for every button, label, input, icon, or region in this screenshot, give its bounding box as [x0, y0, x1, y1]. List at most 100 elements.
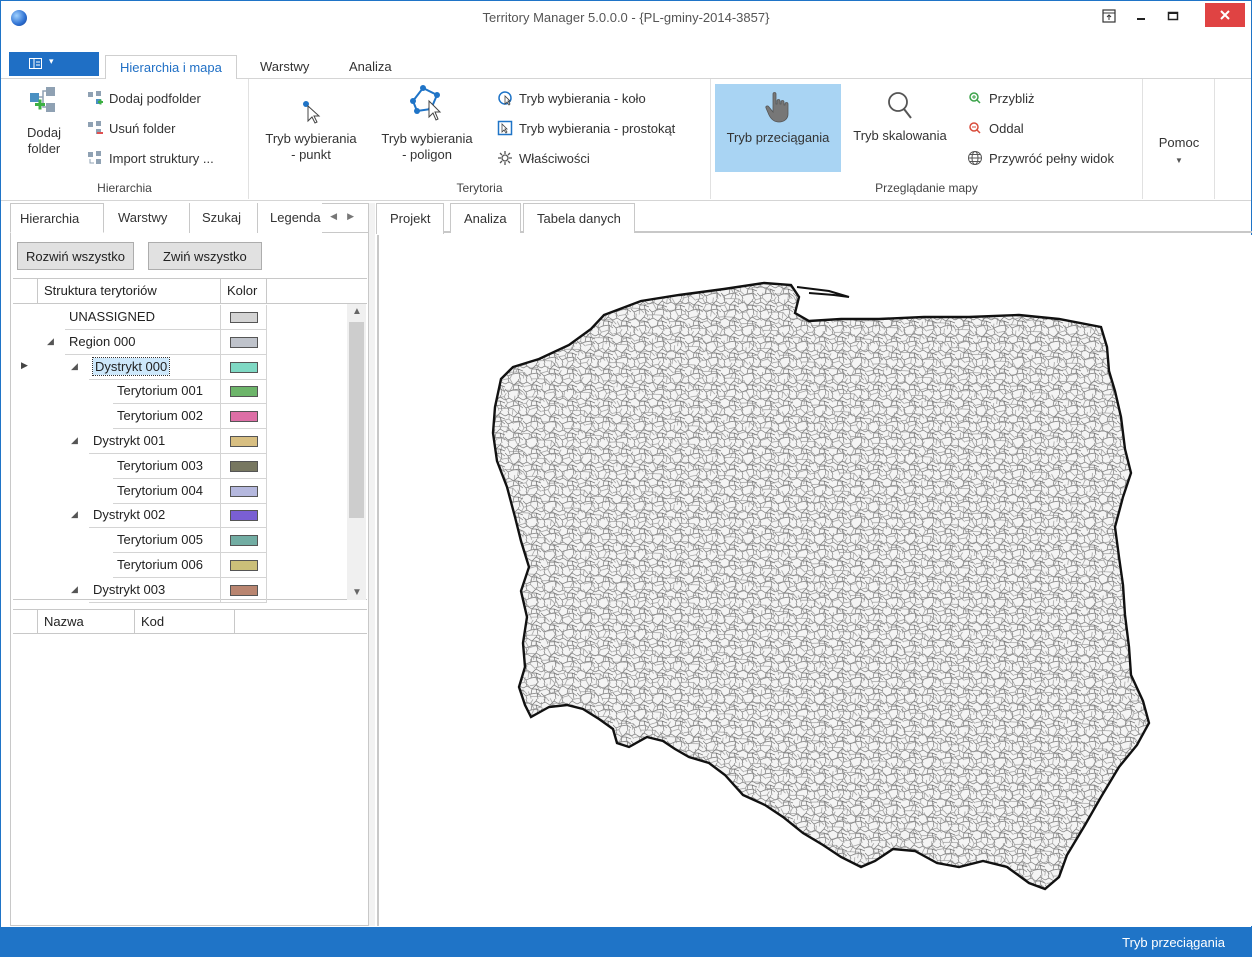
minimize-button[interactable]	[1125, 1, 1157, 31]
column-header-code[interactable]: Kod	[135, 610, 235, 634]
zoom-out-button[interactable]: Oddal	[967, 117, 1024, 139]
tree-row-color-cell[interactable]	[221, 453, 267, 479]
tab-projekt[interactable]: Projekt	[376, 203, 445, 234]
tree-row[interactable]: Terytorium 006	[13, 553, 347, 578]
tree-row-name[interactable]: UNASSIGNED	[65, 305, 221, 330]
tree-row-color-cell[interactable]	[221, 528, 267, 554]
column-header-color[interactable]: Kolor	[221, 279, 267, 304]
tree-row-name[interactable]: Terytorium 006	[113, 553, 221, 578]
color-swatch[interactable]	[230, 560, 258, 571]
tree-row[interactable]: Terytorium 003	[13, 453, 347, 479]
collapse-arrow-icon[interactable]: ◢	[71, 509, 78, 520]
tree-scrollbar[interactable]: ▲ ▼	[347, 304, 366, 600]
maximize-button[interactable]	[1157, 1, 1189, 31]
ribbon-tab-analiza[interactable]: Analiza	[335, 55, 406, 80]
color-swatch[interactable]	[230, 361, 258, 373]
zoom-in-button[interactable]: Przybliż	[967, 87, 1035, 109]
tree-row-name[interactable]: Dystrykt 003	[89, 577, 221, 603]
column-header-structure[interactable]: Struktura terytoriów	[37, 279, 221, 304]
tree-row-color-cell[interactable]	[221, 379, 267, 405]
tree-row-name[interactable]: Terytorium 004	[113, 478, 221, 504]
tree-row[interactable]: ◢ Dystrykt 002	[13, 503, 347, 529]
drag-mode-button[interactable]: Tryb przeciągania	[715, 84, 841, 172]
scroll-up-icon[interactable]: ▲	[352, 306, 362, 317]
map-canvas[interactable]	[377, 235, 1252, 926]
tree-row-name[interactable]: Dystrykt 001	[89, 429, 221, 454]
tab-szukaj[interactable]: Szukaj	[190, 203, 258, 233]
close-button[interactable]	[1205, 3, 1245, 27]
tree-row-color-cell[interactable]	[221, 404, 267, 430]
tree-row-name[interactable]: Terytorium 001	[113, 379, 221, 405]
collapse-arrow-icon[interactable]: ◢	[47, 336, 54, 347]
ribbon-tab-warstwy[interactable]: Warstwy	[246, 55, 323, 80]
full-view-button[interactable]: Przywróć pełny widok	[967, 147, 1114, 169]
color-swatch[interactable]	[230, 312, 258, 323]
file-menu-button[interactable]: ▾	[9, 52, 99, 76]
tab-analiza[interactable]: Analiza	[450, 203, 521, 233]
tree-row[interactable]: ▶ ◢ Dystrykt 000	[13, 354, 347, 380]
collapse-arrow-icon[interactable]: ◢	[71, 435, 78, 446]
tree-row[interactable]: UNASSIGNED	[13, 305, 347, 330]
tree-row-name[interactable]: Terytorium 005	[113, 528, 221, 554]
tab-tabela-danych[interactable]: Tabela danych	[523, 203, 635, 233]
tree-row[interactable]: ◢ Region 000	[13, 329, 347, 355]
tree-row-color-cell[interactable]	[221, 305, 267, 330]
tab-scroll-arrows-icon[interactable]: ◀▶	[330, 211, 364, 222]
color-swatch[interactable]	[230, 510, 258, 522]
color-swatch[interactable]	[230, 535, 258, 547]
color-swatch[interactable]	[230, 386, 258, 398]
import-structure-button[interactable]: Import struktury ...	[87, 147, 214, 169]
color-swatch[interactable]	[230, 460, 258, 472]
tree-row[interactable]: ◢ Dystrykt 001	[13, 429, 347, 454]
tab-legenda[interactable]: Legenda	[258, 203, 322, 233]
select-circle-button[interactable]: Tryb wybierania - koło	[497, 87, 646, 109]
column-header-name[interactable]: Nazwa	[37, 610, 135, 634]
select-rectangle-button[interactable]: Tryb wybierania - prostokąt	[497, 117, 675, 139]
tree-row-name[interactable]: Terytorium 003	[113, 453, 221, 479]
color-swatch[interactable]	[230, 436, 258, 447]
color-swatch[interactable]	[230, 584, 258, 596]
collapse-arrow-icon[interactable]: ◢	[71, 584, 78, 595]
tree-row[interactable]: Terytorium 004	[13, 478, 347, 504]
scroll-down-icon[interactable]: ▼	[352, 587, 362, 598]
tree-row-name[interactable]: Region 000	[65, 329, 221, 355]
scale-mode-button[interactable]: Tryb skalowania	[845, 90, 955, 144]
tree-row-name[interactable]: Dystrykt 002	[89, 503, 221, 529]
help-button[interactable]: Pomoc ▼	[1151, 135, 1207, 169]
municipality-polygons[interactable]	[479, 275, 1169, 915]
add-folder-button[interactable]: Dodaj folder	[13, 83, 75, 157]
scrollbar-thumb[interactable]	[349, 322, 364, 518]
tree-row[interactable]: Terytorium 001	[13, 379, 347, 405]
ribbon-tab-hierarchia[interactable]: Hierarchia i mapa	[105, 55, 237, 80]
tree-row-color-cell[interactable]	[221, 577, 267, 603]
color-swatch[interactable]	[230, 485, 258, 497]
select-point-button[interactable]: Tryb wybierania - punkt	[257, 97, 365, 163]
tree-row-name[interactable]: Terytorium 002	[113, 404, 221, 430]
tree-row-color-cell[interactable]	[221, 478, 267, 504]
ribbon-display-options-icon[interactable]	[1093, 1, 1125, 31]
tree-row[interactable]: Terytorium 002	[13, 404, 347, 430]
dropdown-arrow-icon: ▾	[49, 56, 54, 66]
color-swatch[interactable]	[230, 411, 258, 423]
remove-folder-button[interactable]: Usuń folder	[87, 117, 175, 139]
select-polygon-button[interactable]: Tryb wybierania - poligon	[373, 83, 481, 163]
tree-row[interactable]: ◢ Dystrykt 003	[13, 577, 347, 603]
add-subfolder-button[interactable]: Dodaj podfolder	[87, 87, 201, 109]
tab-warstwy[interactable]: Warstwy	[104, 203, 190, 233]
tab-hierarchia[interactable]: Hierarchia	[10, 203, 104, 233]
tree-row-color-cell[interactable]	[221, 354, 267, 380]
color-swatch[interactable]	[230, 336, 258, 348]
properties-button[interactable]: Właściwości	[497, 147, 590, 169]
collapse-all-button[interactable]: Zwiń wszystko	[148, 242, 262, 270]
selected-row-label[interactable]: Dystrykt 000	[91, 356, 171, 376]
tree-row-color-cell[interactable]	[221, 553, 267, 578]
expand-all-button[interactable]: Rozwiń wszystko	[17, 242, 134, 270]
collapse-arrow-icon[interactable]: ◢	[71, 361, 78, 372]
tree-row-name[interactable]: Dystrykt 000	[89, 354, 221, 380]
tree-row-color-cell[interactable]	[221, 503, 267, 529]
tree-row[interactable]: Terytorium 005	[13, 528, 347, 554]
panel-splitter[interactable]	[369, 203, 375, 926]
tree-row-color-cell[interactable]	[221, 329, 267, 355]
tree-row-color-cell[interactable]	[221, 429, 267, 454]
poland-municipalities-map[interactable]	[379, 235, 1252, 926]
